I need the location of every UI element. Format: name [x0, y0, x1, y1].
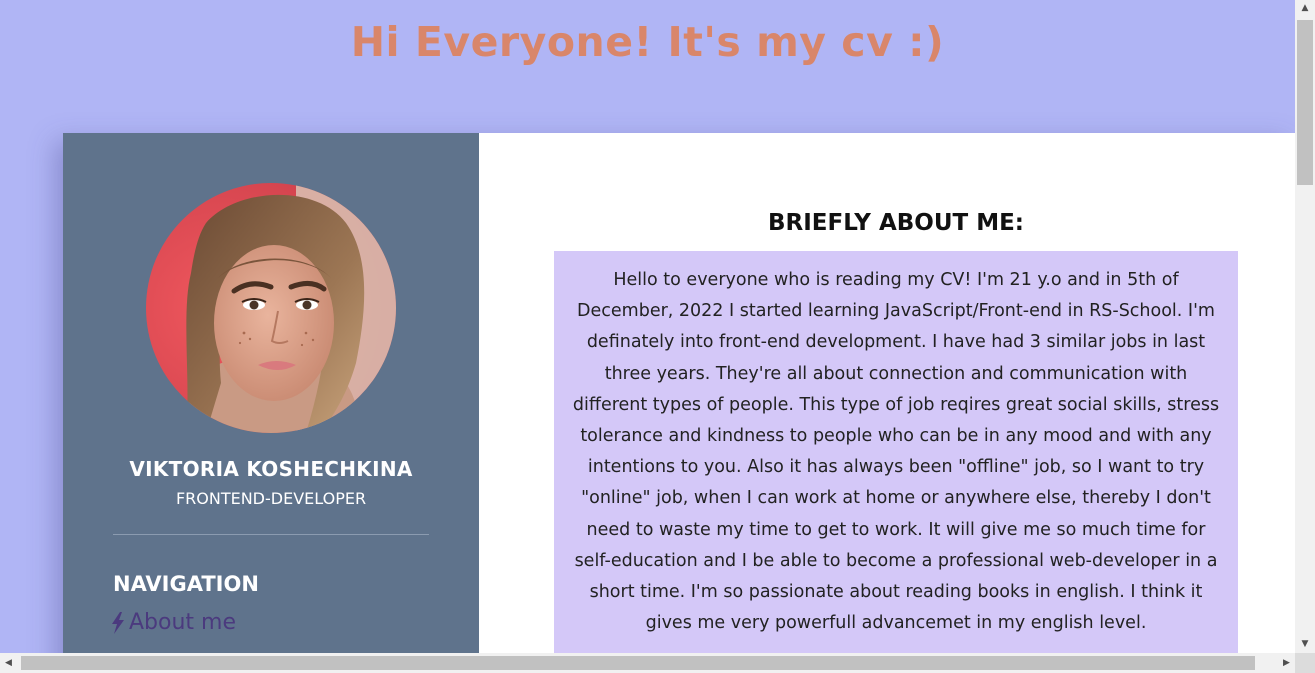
scroll-left-arrow-icon[interactable]: ◀ — [0, 653, 17, 673]
sidebar: VIKTORIA KOSHECHKINA FRONTEND-DEVELOPER … — [63, 133, 479, 653]
about-heading: BRIEFLY ABOUT ME: — [767, 210, 1024, 236]
main-content: BRIEFLY ABOUT ME: Hello to everyone who … — [479, 133, 1295, 653]
page-title: Hi Everyone! It's my cv :) — [350, 18, 945, 66]
sidebar-divider — [113, 534, 429, 535]
vertical-scrollbar[interactable]: ▲ ▼ — [1295, 0, 1315, 653]
nav-link-label: About me — [129, 610, 237, 635]
person-name: VIKTORIA KOSHECHKINA — [129, 457, 413, 481]
navigation-heading: NAVIGATION — [113, 572, 259, 596]
person-role: FRONTEND-DEVELOPER — [175, 489, 367, 508]
vertical-scroll-thumb[interactable] — [1297, 20, 1313, 185]
nav-link-about-me[interactable]: About me — [111, 610, 236, 635]
scrollbar-corner — [1295, 653, 1315, 673]
cv-card: VIKTORIA KOSHECHKINA FRONTEND-DEVELOPER … — [63, 133, 1295, 653]
horizontal-scrollbar[interactable]: ◀ ▶ — [0, 653, 1295, 673]
profile-photo — [146, 183, 396, 433]
about-text: Hello to everyone who is reading my CV! … — [554, 251, 1238, 653]
scroll-down-arrow-icon[interactable]: ▼ — [1295, 636, 1315, 653]
page-viewport: Hi Everyone! It's my cv :) VIKTORIA KOSH… — [0, 0, 1295, 653]
scroll-up-arrow-icon[interactable]: ▲ — [1295, 0, 1315, 17]
lightning-bolt-icon — [112, 611, 124, 634]
horizontal-scroll-thumb[interactable] — [21, 656, 1255, 670]
scroll-right-arrow-icon[interactable]: ▶ — [1278, 653, 1295, 673]
avatar — [146, 183, 396, 433]
